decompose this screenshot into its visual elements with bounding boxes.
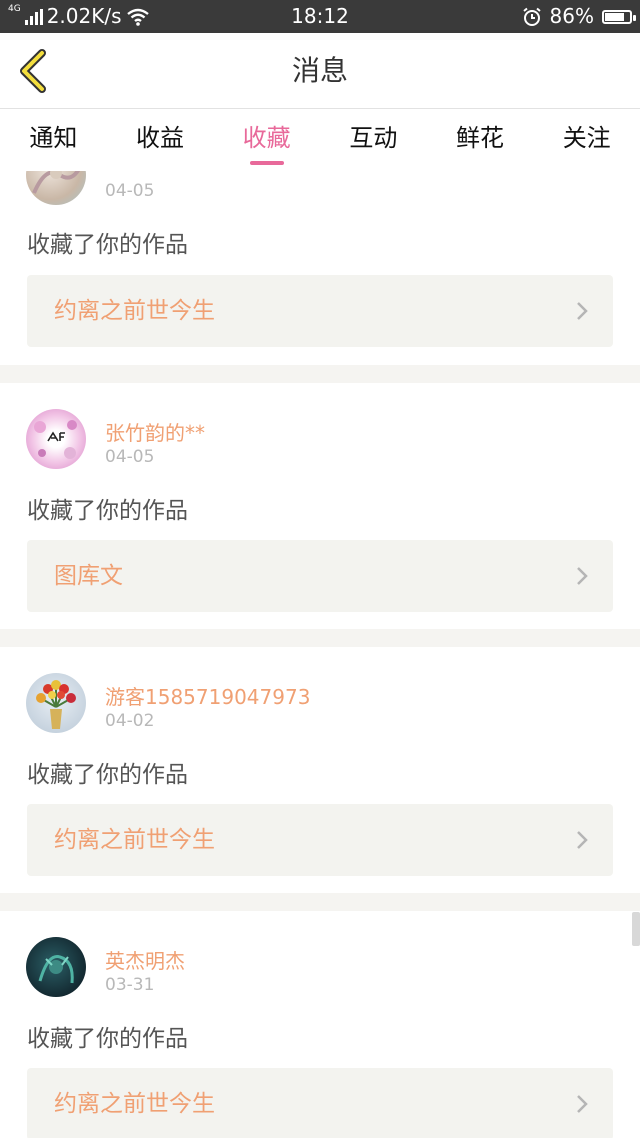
chevron-right-icon: [577, 1095, 588, 1113]
list-item: 英杰明杰 03-31 收藏了你的作品 约离之前世今生: [0, 911, 640, 1138]
username[interactable]: 英杰明杰: [105, 945, 185, 974]
chevron-right-icon: [577, 567, 588, 585]
chevron-right-icon: [577, 302, 588, 320]
tab-following[interactable]: 关注: [533, 109, 640, 171]
avatar[interactable]: [26, 673, 86, 733]
work-link[interactable]: 约离之前世今生: [27, 275, 613, 347]
battery-icon: [602, 9, 636, 24]
battery-percent: 86%: [549, 4, 594, 28]
tab-flowers[interactable]: 鲜花: [427, 109, 534, 171]
list-item: 张竹韵的** 04-05 收藏了你的作品 图库文: [0, 383, 640, 629]
message-date: 03-31: [105, 975, 155, 995]
tab-favorites[interactable]: 收藏: [213, 109, 320, 171]
list-item: 04-05 收藏了你的作品 约离之前世今生: [0, 171, 640, 365]
avatar[interactable]: [26, 409, 86, 469]
alarm-icon: [522, 7, 541, 26]
scrollbar-thumb[interactable]: [632, 912, 640, 946]
chevron-right-icon: [577, 831, 588, 849]
tab-bar: 通知 收益 收藏 互动 鲜花 关注: [0, 109, 640, 171]
tab-interactions[interactable]: 互动: [320, 109, 427, 171]
work-title: 约离之前世今生: [54, 298, 215, 324]
message-list[interactable]: 04-05 收藏了你的作品 约离之前世今生 张竹韵的** 04-05 收藏了你的…: [0, 171, 640, 1138]
tab-earnings[interactable]: 收益: [107, 109, 214, 171]
work-link[interactable]: 约离之前世今生: [27, 1068, 613, 1138]
message-date: 04-05: [105, 447, 155, 467]
username[interactable]: 游客1585719047973: [105, 681, 310, 710]
avatar-image-icon: [32, 171, 81, 194]
action-text: 收藏了你的作品: [27, 498, 188, 524]
back-arrow-icon: [20, 49, 46, 93]
work-title: 约离之前世今生: [54, 1091, 215, 1117]
page-title: 消息: [291, 54, 348, 87]
work-title: 图库文: [54, 563, 123, 589]
work-link[interactable]: 图库文: [27, 540, 613, 612]
avatar[interactable]: [26, 937, 86, 997]
avatar-image-icon: [38, 955, 74, 984]
username[interactable]: 张竹韵的**: [105, 417, 205, 446]
status-right: 86%: [522, 0, 636, 33]
back-button[interactable]: [14, 47, 54, 95]
list-item: 游客1585719047973 04-02 收藏了你的作品 约离之前世今生: [0, 647, 640, 893]
avatar-image-icon: [34, 420, 77, 459]
message-date: 04-02: [105, 711, 155, 731]
tab-notifications[interactable]: 通知: [0, 109, 107, 171]
message-date: 04-05: [105, 181, 155, 201]
avatar-image-icon: [36, 680, 76, 729]
status-bar: 4G 2.02K/s 18:12 86%: [0, 0, 640, 33]
action-text: 收藏了你的作品: [27, 1026, 188, 1052]
action-text: 收藏了你的作品: [27, 232, 188, 258]
work-title: 约离之前世今生: [54, 827, 215, 853]
action-text: 收藏了你的作品: [27, 762, 188, 788]
nav-header: 消息: [0, 33, 640, 109]
work-link[interactable]: 约离之前世今生: [27, 804, 613, 876]
avatar[interactable]: [26, 171, 86, 205]
